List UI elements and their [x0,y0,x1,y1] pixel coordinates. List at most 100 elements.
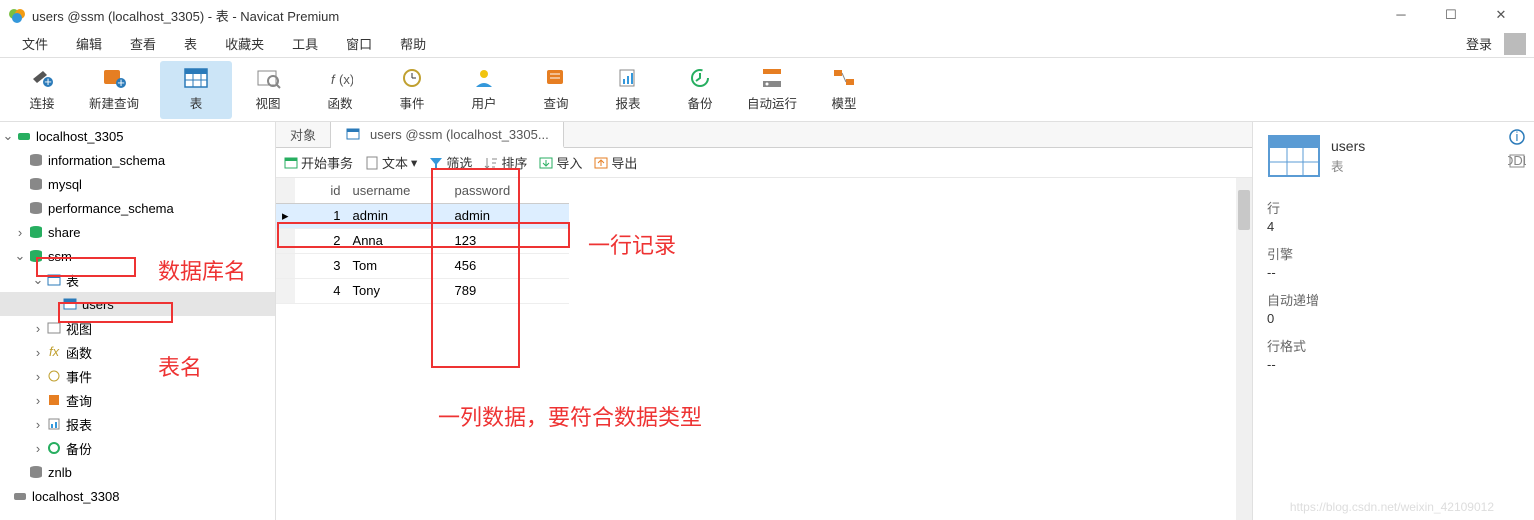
tool-automation[interactable]: 自动运行 [736,61,808,119]
view-icon [46,320,62,336]
content-area: 对象 users @ssm (localhost_3305... 开始事务 文本… [276,122,1252,520]
vertical-scrollbar[interactable] [1236,178,1252,520]
avatar-icon[interactable] [1504,33,1526,55]
column-header-username[interactable]: username [347,178,449,203]
table-toolbar: 开始事务 文本 ▾ 筛选 排序 导入 导出 [276,148,1252,178]
functions-folder[interactable]: ›fx函数 [0,340,275,364]
table-users[interactable]: users [0,292,275,316]
close-button[interactable]: ✕ [1486,7,1516,23]
svg-text:fx: fx [49,345,60,359]
app-icon [8,6,26,24]
prop-rows-label: 行 [1267,198,1486,217]
connection-node[interactable]: localhost_3308 [0,484,275,508]
begin-transaction-button[interactable]: 开始事务 [284,153,353,172]
filter-button[interactable]: 筛选 [429,153,472,172]
tool-new-query[interactable]: + 新建查询 [78,61,150,119]
events-folder[interactable]: ›事件 [0,364,275,388]
tool-user[interactable]: 用户 [448,61,520,119]
tool-connect[interactable]: + 连接 [6,61,78,119]
clock-icon [399,67,425,89]
backup-icon [46,440,62,456]
database-icon [28,224,44,240]
tab-users-table[interactable]: users @ssm (localhost_3305... [331,122,564,148]
menu-file[interactable]: 文件 [8,34,62,53]
svg-text:f: f [331,72,336,87]
row-indicator-icon: ▸ [276,203,295,228]
table-row[interactable]: 3 Tom 456 [276,253,569,278]
svg-text:(x): (x) [339,72,353,87]
menu-window[interactable]: 窗口 [332,34,386,53]
tool-report[interactable]: 报表 [592,61,664,119]
report-icon [615,67,641,89]
database-icon [28,464,44,480]
reports-folder[interactable]: ›报表 [0,412,275,436]
tool-function[interactable]: f(x) 函数 [304,61,376,119]
svg-text:DDL: DDL [1508,153,1526,168]
svg-text:+: + [44,74,52,89]
table-icon [345,126,361,142]
connection-icon [16,128,32,144]
database-node[interactable]: znlb [0,460,275,484]
table-row[interactable]: 2 Anna 123 [276,228,569,253]
data-grid[interactable]: id username password ▸ 1 admin admin 2 A… [276,178,1252,520]
column-header-id[interactable]: id [295,178,347,203]
tool-table[interactable]: 表 [160,61,232,119]
table-icon [183,67,209,89]
menu-view[interactable]: 查看 [116,34,170,53]
minimize-button[interactable]: ─ [1386,7,1416,23]
export-button[interactable]: 导出 [594,153,637,172]
table-row[interactable]: 4 Tony 789 [276,278,569,303]
connection-tree: ⌄localhost_3305 information_schema mysql… [0,122,276,520]
tab-object[interactable]: 对象 [276,122,331,147]
ddl-icon[interactable]: DDL [1508,152,1526,170]
tool-event[interactable]: 事件 [376,61,448,119]
login-link[interactable]: 登录 [1466,34,1498,53]
menu-table[interactable]: 表 [170,34,211,53]
main-toolbar: + 连接 + 新建查询 表 视图 f(x) 函数 事件 用户 查询 报表 备份 … [0,58,1534,122]
menu-help[interactable]: 帮助 [386,34,440,53]
info-panel: users 表 行 4 引擎 -- 自动递增 0 行格式 -- i DDL [1252,122,1534,520]
database-icon [28,176,44,192]
database-node[interactable]: ›share [0,220,275,244]
tab-bar: 对象 users @ssm (localhost_3305... [276,122,1252,148]
database-node[interactable]: mysql [0,172,275,196]
prop-engine-value: -- [1267,265,1486,280]
views-folder[interactable]: ›视图 [0,316,275,340]
menu-favorites[interactable]: 收藏夹 [211,34,278,53]
table-icon [62,296,78,312]
connection-node[interactable]: ⌄localhost_3305 [0,124,275,148]
text-button[interactable]: 文本 ▾ [365,153,417,172]
prop-rowfmt-value: -- [1267,357,1486,372]
import-button[interactable]: 导入 [539,153,582,172]
tool-model[interactable]: 模型 [808,61,880,119]
tool-backup[interactable]: 备份 [664,61,736,119]
user-icon [471,67,497,89]
prop-autoinc-label: 自动递增 [1267,290,1486,309]
connection-icon [12,488,28,504]
database-node[interactable]: information_schema [0,148,275,172]
info-icon[interactable]: i [1508,128,1526,146]
queries-folder[interactable]: ›查询 [0,388,275,412]
svg-text:+: + [117,75,125,89]
tool-query[interactable]: 查询 [520,61,592,119]
database-node-ssm[interactable]: ⌄ssm [0,244,275,268]
object-type: 表 [1331,156,1365,175]
sort-button[interactable]: 排序 [484,153,527,172]
table-row[interactable]: ▸ 1 admin admin [276,203,569,228]
maximize-button[interactable]: ☐ [1436,7,1466,23]
column-header-password[interactable]: password [449,178,569,203]
tool-view[interactable]: 视图 [232,61,304,119]
menu-tools[interactable]: 工具 [278,34,332,53]
model-icon [831,67,857,89]
svg-text:i: i [1516,129,1519,144]
backups-folder[interactable]: ›备份 [0,436,275,460]
query-icon [46,392,62,408]
clock-icon [46,368,62,384]
menu-edit[interactable]: 编辑 [62,34,116,53]
database-node[interactable]: performance_schema [0,196,275,220]
database-icon [28,200,44,216]
tables-folder[interactable]: ⌄表 [0,268,275,292]
prop-rowfmt-label: 行格式 [1267,336,1486,355]
window-title: users @ssm (localhost_3305) - 表 - Navica… [32,6,1386,25]
view-icon [255,67,281,89]
